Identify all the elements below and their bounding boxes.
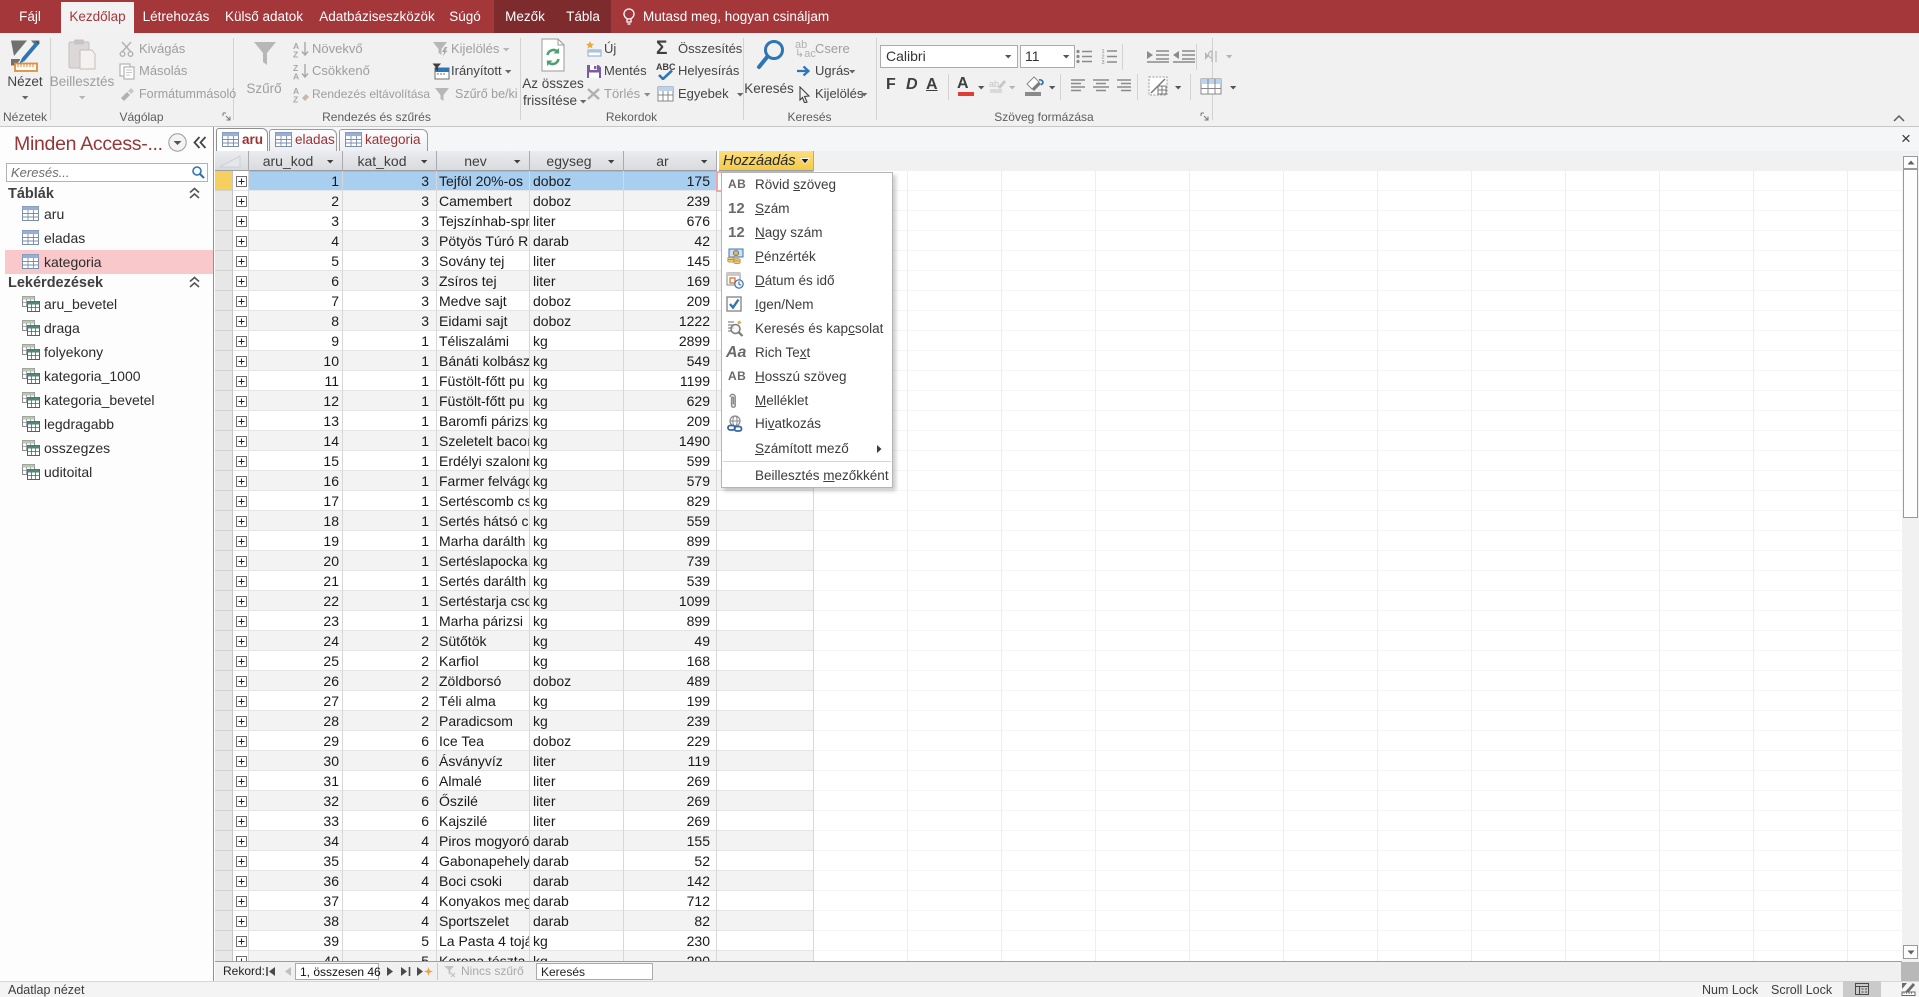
svg-text:3: 3 [1102, 60, 1105, 64]
svg-text:A: A [293, 72, 299, 81]
svg-text:Z: Z [293, 50, 298, 59]
svg-text:ab: ab [989, 79, 999, 89]
svg-text:Z: Z [293, 95, 298, 104]
